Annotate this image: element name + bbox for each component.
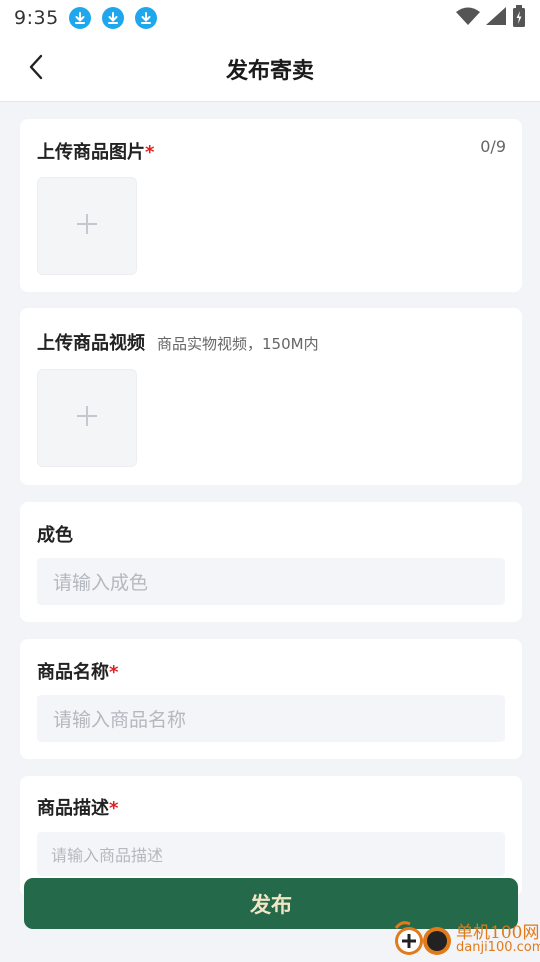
wifi-icon: [456, 7, 480, 29]
image-counter: 0/9: [480, 137, 506, 156]
watermark-url: danji100.com: [456, 940, 540, 955]
download-icon: [101, 7, 124, 29]
nav-bar: 发布寄卖: [0, 36, 540, 102]
condition-card: 成色 请输入成色: [20, 502, 522, 622]
image-upload-card: 上传商品图片* 0/9: [20, 119, 522, 292]
condition-input[interactable]: 请输入成色: [37, 558, 505, 605]
watermark: 单机100网 danji100.com: [392, 916, 540, 960]
plus-icon: [76, 405, 98, 431]
product-name-card: 商品名称* 请输入商品名称: [20, 639, 522, 759]
download-icon: [134, 7, 157, 29]
required-mark: *: [109, 662, 119, 683]
plus-icon: [76, 213, 98, 239]
battery-icon: [512, 5, 526, 31]
product-desc-label: 商品描述*: [37, 798, 119, 819]
download-icon: [68, 7, 91, 29]
video-upload-card: 上传商品视频 商品实物视频，150M内: [20, 308, 522, 485]
video-upload-label: 上传商品视频 商品实物视频，150M内: [37, 333, 319, 354]
product-name-input[interactable]: 请输入商品名称: [37, 695, 505, 742]
status-time: 9:35: [14, 7, 59, 29]
watermark-logo-icon: [392, 920, 454, 962]
video-upload-hint: 商品实物视频，150M内: [157, 335, 319, 353]
condition-label: 成色: [37, 525, 73, 546]
chevron-left-icon: [28, 54, 44, 84]
status-bar: 9:35: [0, 0, 540, 36]
signal-icon: [486, 7, 506, 29]
status-indicators: [456, 5, 526, 31]
required-mark: *: [109, 798, 119, 819]
product-name-label: 商品名称*: [37, 662, 119, 683]
image-upload-label: 上传商品图片*: [37, 142, 155, 163]
required-mark: *: [145, 142, 155, 163]
product-desc-input[interactable]: 请输入商品描述: [37, 832, 505, 876]
page-title: 发布寄卖: [225, 58, 314, 84]
add-image-button[interactable]: [37, 177, 137, 275]
add-video-button[interactable]: [37, 369, 137, 467]
back-button[interactable]: [20, 52, 52, 86]
